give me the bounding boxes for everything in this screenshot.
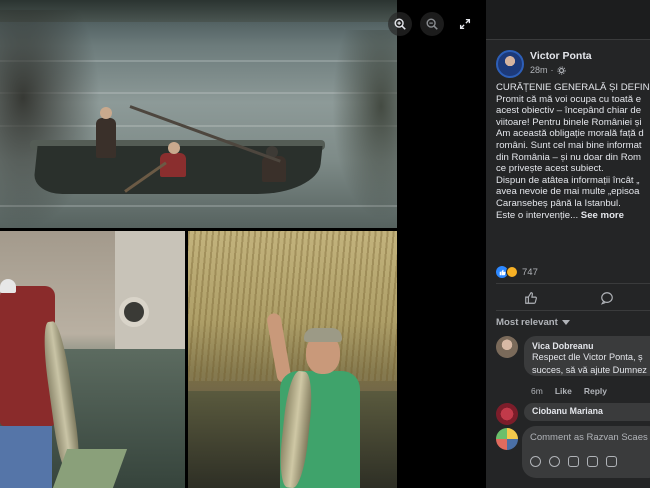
camera-icon[interactable]	[568, 456, 579, 467]
reaction-count: 747	[522, 266, 538, 278]
post-meta: 28m ·	[530, 65, 566, 75]
avatar-sticker-icon[interactable]	[530, 456, 541, 467]
post-side-panel: Victor Ponta 28m · CURĂȚENIE GENERALĂ ȘI…	[486, 0, 650, 488]
post-line: avea nevoie de mai multe „episoa	[496, 186, 640, 198]
commenter-name[interactable]: Vica Dobreanu	[532, 341, 650, 351]
white-cap	[0, 279, 16, 293]
fisherman-standing	[96, 118, 116, 158]
post-line: viitoare! Pentru binele României și	[496, 116, 642, 128]
divider	[496, 283, 650, 284]
gif-icon[interactable]	[587, 456, 598, 467]
post-line: Am această obligație morală față d	[496, 128, 644, 140]
divider	[496, 310, 650, 311]
reactions-summary[interactable]: 747	[496, 266, 538, 278]
drain-pipe	[119, 297, 149, 327]
post-line: CURĂȚENIE GENERALĂ ȘI DEFINITIV	[496, 82, 650, 93]
chevron-down-icon	[561, 319, 570, 325]
zoom-in-icon[interactable]	[388, 12, 412, 36]
comment-icon[interactable]	[600, 291, 616, 307]
post-line-last: Este o intervenție... See more	[496, 210, 650, 222]
fullscreen-icon[interactable]	[453, 12, 477, 36]
zoom-out-icon[interactable]	[420, 12, 444, 36]
comment-input[interactable]: Comment as Razvan Scaes	[530, 432, 648, 443]
post-line: români. Sunt cel mai bine informat	[496, 139, 642, 151]
post-line: Este o intervenție...	[496, 209, 579, 221]
commenter-avatar[interactable]	[496, 403, 518, 425]
photo-boat-on-river[interactable]	[0, 0, 397, 228]
dot-separator: ·	[550, 65, 554, 75]
haha-reaction-icon	[506, 266, 518, 278]
comment-bubble: Ciobanu Mariana	[524, 403, 650, 421]
comment-time[interactable]: 6m	[531, 386, 543, 396]
cap	[304, 328, 342, 342]
post-text: CURĂȚENIE GENERALĂ ȘI DEFINITIV Promit c…	[496, 82, 650, 221]
sticker-icon[interactable]	[606, 456, 617, 467]
tree-left	[0, 10, 100, 228]
commenter-name[interactable]: Ciobanu Mariana	[532, 406, 650, 416]
see-more-link[interactable]: See more	[581, 210, 624, 221]
reeds	[188, 231, 397, 381]
post-time[interactable]: 28m	[530, 65, 548, 75]
current-user-avatar[interactable]	[496, 428, 518, 450]
comment-reply-link[interactable]: Reply	[584, 386, 607, 396]
photo-man-with-pike[interactable]	[0, 231, 185, 488]
jeans	[0, 426, 52, 488]
tree-right	[332, 30, 397, 220]
comment-bubble: Vica Dobreanu Respect dle Victor Ponta, …	[524, 336, 650, 376]
photo-man-green-shirt-with-pike[interactable]	[188, 231, 397, 488]
commenter-avatar[interactable]	[496, 336, 518, 358]
author-avatar[interactable]	[496, 50, 524, 78]
comment-text: Respect dle Victor Ponta, ș	[532, 352, 643, 362]
comment-input-box[interactable]: Comment as Razvan Scaes	[522, 426, 650, 478]
post-line: ce privește acest subiect.	[496, 163, 604, 175]
author-name[interactable]: Victor Ponta	[530, 50, 592, 62]
composer-toolbar	[530, 456, 617, 467]
post-author[interactable]: Victor Ponta 28m ·	[496, 50, 592, 78]
sort-label: Most relevant	[496, 317, 558, 328]
comment-actions: 6m Like Reply	[531, 386, 607, 396]
emoji-icon[interactable]	[549, 456, 560, 467]
photo-viewer[interactable]	[0, 0, 486, 488]
like-icon[interactable]	[524, 291, 540, 307]
post-line: Dispun de atâtea informații încât „	[496, 174, 640, 186]
panel-top-bar	[486, 0, 650, 40]
post-line: Promit că mă voi ocupa cu toată e	[496, 93, 642, 105]
post-line: acest obiectiv – începând chiar de	[496, 105, 642, 117]
comment-like-link[interactable]: Like	[555, 386, 572, 396]
gear-icon	[556, 65, 566, 75]
post-line: din România – și nu doar din Rom	[496, 151, 642, 163]
concrete-wall	[115, 231, 185, 351]
post-line: Caransebeș până la Istanbul.	[496, 197, 621, 209]
comment-sort-dropdown[interactable]: Most relevant	[496, 317, 570, 328]
comment-text: succes, să vă ajute Dumnez	[532, 364, 647, 375]
